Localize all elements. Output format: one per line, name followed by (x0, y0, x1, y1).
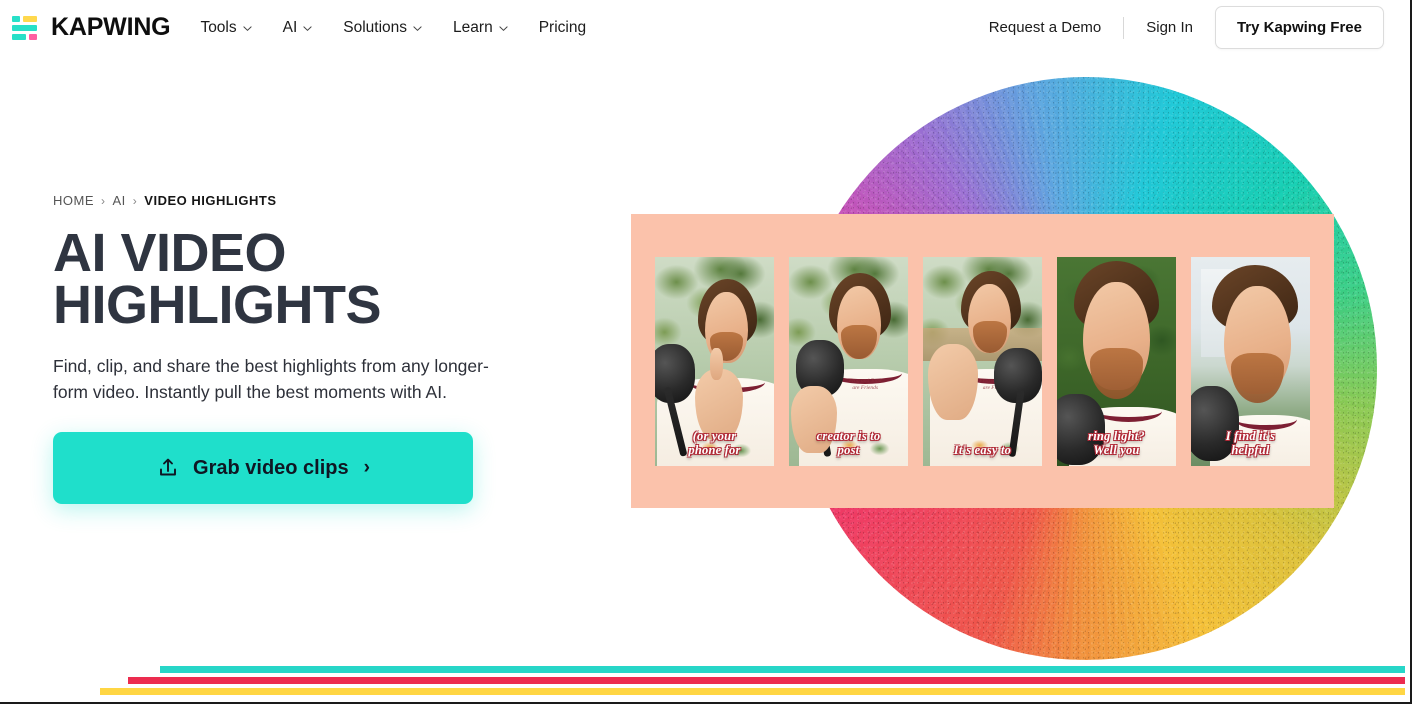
nav-right-actions: Request a Demo Sign In Try Kapwing Free (989, 6, 1384, 49)
chevron-right-icon: › (363, 457, 370, 478)
cta-label: Grab video clips (193, 456, 349, 479)
stripe-yellow (100, 688, 1405, 695)
nav-item-tools[interactable]: Tools (200, 18, 252, 37)
logo-bar (12, 15, 20, 22)
request-demo-link[interactable]: Request a Demo (989, 19, 1102, 36)
caption-line: post (837, 442, 860, 457)
caption-line: creator is to (816, 428, 881, 443)
sign-in-link[interactable]: Sign In (1146, 19, 1193, 36)
nav-item-label: Learn (453, 18, 493, 36)
breadcrumb-separator-icon: › (101, 193, 106, 208)
breadcrumb: HOME › AI › VIDEO HIGHLIGHTS (53, 193, 573, 208)
logo-bar (29, 33, 37, 40)
nav-item-label: AI (282, 18, 298, 36)
nav-item-label: Tools (200, 18, 237, 36)
video-thumbnail[interactable]: Frog and Toad are Friends creator is to p… (789, 256, 908, 466)
subject-finger (709, 348, 723, 381)
chevron-down-icon (303, 24, 312, 33)
brand-wordmark: KAPWING (51, 13, 171, 41)
video-thumbnail[interactable]: ring light? Well you (1057, 256, 1176, 466)
video-thumbnail[interactable]: Frog and Toadare Friends It's easy to (923, 256, 1042, 466)
thumbnail-caption: creator is to post (793, 429, 904, 457)
top-navigation-bar: KAPWING Tools AI Solutions Learn Pricing… (0, 0, 1410, 55)
thumbnail-image: Frog and Toad are Friends creator is to p… (789, 256, 908, 466)
caption-line: It's easy to (953, 442, 1012, 457)
logo-row-bottom (12, 33, 40, 40)
stripe-red (128, 677, 1405, 684)
thumbnail-image: ring light? Well you (1057, 256, 1176, 466)
caption-line: phone for (688, 442, 741, 457)
page-title-line1: AI VIDEO (53, 223, 287, 283)
logo-bar (12, 33, 26, 40)
nav-item-learn[interactable]: Learn (453, 19, 508, 37)
kapwing-landing-page: KAPWING Tools AI Solutions Learn Pricing… (0, 0, 1412, 704)
decorative-stripes (0, 652, 1410, 702)
shirt-collar (1095, 409, 1162, 422)
upload-icon (156, 456, 180, 480)
video-thumbnail-panel: (or your phone for Frog and Toad are Frie… (631, 214, 1334, 508)
nav-item-label: Solutions (343, 18, 408, 36)
thumbnail-caption: I find it's helpful (1195, 429, 1306, 457)
thumbnail-image: I find it's helpful (1191, 256, 1310, 466)
page-title-line2: HIGHLIGHTS (53, 275, 382, 335)
thumbnail-caption: It's easy to (927, 443, 1038, 457)
caption-line: (or your (692, 428, 737, 443)
thumbnail-image: Frog and Toadare Friends It's easy to (923, 256, 1042, 466)
thumbnail-image: (or your phone for (655, 256, 774, 466)
nav-divider (1123, 16, 1125, 39)
chevron-down-icon (413, 24, 422, 33)
caption-line: Well you (1093, 442, 1140, 457)
try-kapwing-free-button[interactable]: Try Kapwing Free (1214, 6, 1384, 49)
thumbnail-caption: ring light? Well you (1061, 429, 1172, 457)
chevron-down-icon (499, 24, 508, 33)
video-thumbnail[interactable]: (or your phone for (655, 256, 774, 466)
hero-subtitle: Find, clip, and share the best highlight… (53, 356, 489, 402)
nav-item-ai[interactable]: AI (283, 19, 313, 37)
hero-copy-block: HOME › AI › VIDEO HIGHLIGHTS AI VIDEO HI… (53, 193, 573, 504)
kapwing-logo-mark-icon (12, 15, 40, 41)
microphone (655, 344, 696, 403)
thumbnail-caption: (or your phone for (659, 429, 770, 457)
page-title: AI VIDEO HIGHLIGHTS (53, 223, 573, 335)
breadcrumb-separator-icon: › (132, 193, 138, 208)
subject-hand (927, 344, 978, 420)
caption-line: ring light? (1088, 428, 1145, 443)
stripe-teal (160, 666, 1405, 673)
primary-nav-links: Tools AI Solutions Learn Pricing (200, 19, 586, 37)
nav-item-pricing[interactable]: Pricing (539, 19, 586, 37)
nav-item-solutions[interactable]: Solutions (343, 19, 422, 37)
kapwing-logo[interactable]: KAPWING (12, 13, 171, 42)
breadcrumb-item-current: VIDEO HIGHLIGHTS (144, 193, 277, 208)
caption-line: helpful (1231, 442, 1270, 457)
logo-bar (23, 15, 37, 22)
breadcrumb-item-ai[interactable]: AI (113, 193, 126, 208)
logo-bar (12, 24, 37, 31)
logo-row-middle (12, 24, 40, 31)
chevron-down-icon (243, 24, 252, 33)
breadcrumb-item-home[interactable]: HOME (53, 193, 94, 208)
video-thumbnail[interactable]: I find it's helpful (1191, 256, 1310, 466)
caption-line: I find it's (1225, 428, 1276, 443)
nav-item-label: Pricing (538, 18, 587, 36)
grab-video-clips-button[interactable]: Grab video clips › (53, 432, 473, 504)
logo-row-top (12, 15, 40, 22)
